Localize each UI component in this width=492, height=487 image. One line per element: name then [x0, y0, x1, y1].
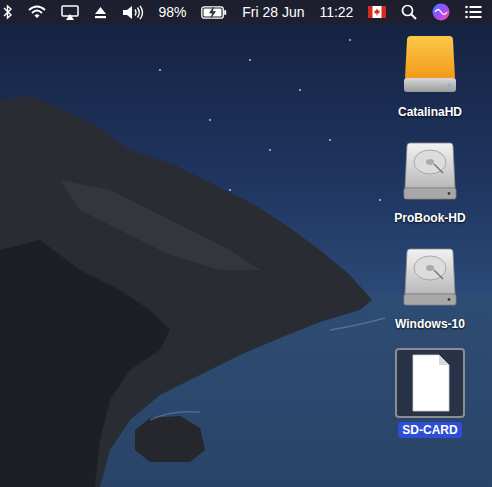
- eject-icon[interactable]: [94, 6, 107, 19]
- internal-drive-icon[interactable]: [399, 140, 461, 202]
- battery-icon[interactable]: [201, 6, 227, 19]
- bluetooth-icon[interactable]: [3, 4, 13, 20]
- icon-label[interactable]: Windows-10: [391, 316, 469, 332]
- time[interactable]: 11:22: [319, 0, 353, 24]
- desktop-icon[interactable]: Windows-10: [391, 242, 469, 332]
- list-icon[interactable]: [465, 5, 482, 19]
- canada-flag-icon[interactable]: [368, 6, 386, 18]
- icon-frame[interactable]: [395, 242, 465, 312]
- battery-percent[interactable]: 98%: [158, 0, 186, 24]
- siri-icon[interactable]: [432, 3, 450, 21]
- icon-label[interactable]: ProBook-HD: [390, 210, 469, 226]
- desktop-icon[interactable]: SD-CARD: [395, 348, 465, 438]
- desktop-icon[interactable]: CatalinaHD: [394, 30, 466, 120]
- icon-label[interactable]: CatalinaHD: [394, 104, 466, 120]
- desktop: 98% Fri 28 Jun 11:22 CatalinaHD ProBook-HD Wi…: [0, 0, 492, 487]
- search-icon[interactable]: [401, 4, 417, 20]
- airplay-icon[interactable]: [61, 5, 79, 20]
- icon-frame[interactable]: [395, 136, 465, 206]
- wifi-icon[interactable]: [28, 5, 46, 19]
- menu-bar: 98% Fri 28 Jun 11:22: [0, 0, 492, 24]
- desktop-icons: CatalinaHD ProBook-HD Windows-10 SD-CARD: [382, 30, 478, 438]
- external-drive-icon[interactable]: [399, 34, 461, 96]
- icon-frame[interactable]: [395, 348, 465, 418]
- volume-icon[interactable]: [122, 5, 144, 20]
- document-icon[interactable]: [399, 352, 461, 414]
- date[interactable]: Fri 28 Jun: [242, 0, 304, 24]
- desktop-icon[interactable]: ProBook-HD: [390, 136, 469, 226]
- internal-drive-icon[interactable]: [399, 246, 461, 308]
- icon-frame[interactable]: [395, 30, 465, 100]
- icon-label[interactable]: SD-CARD: [398, 422, 461, 438]
